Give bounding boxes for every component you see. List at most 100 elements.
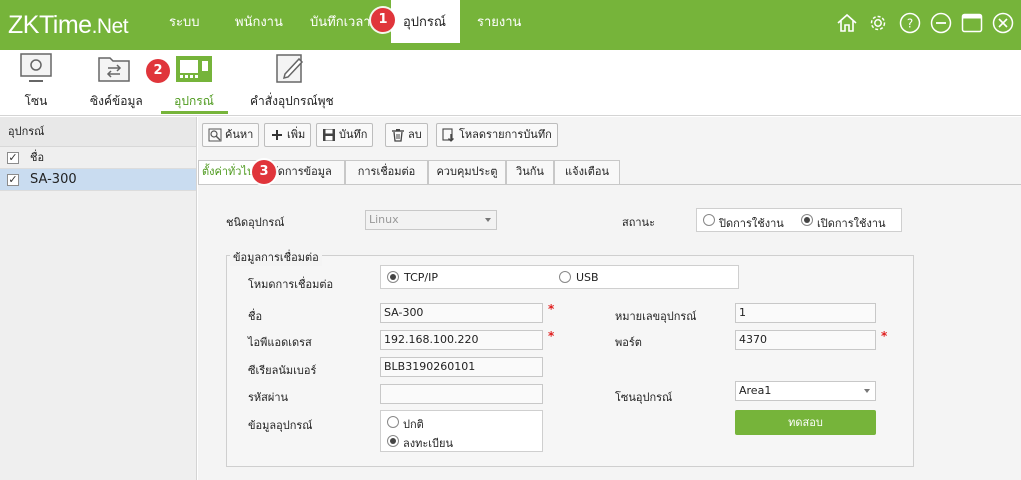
status-disabled-radio[interactable]: [703, 214, 715, 226]
save-button[interactable]: บันทึก: [316, 123, 374, 147]
device-info-radio-group: ปกติ ลงทะเบียน: [380, 410, 543, 452]
ip-address-input[interactable]: 192.168.100.220: [380, 330, 543, 350]
gear-icon[interactable]: [867, 12, 889, 34]
port-input[interactable]: 4370: [735, 330, 876, 350]
callout-badge-3: 3: [252, 160, 276, 184]
toolbar-zone[interactable]: โซน: [18, 52, 54, 111]
test-connection-button[interactable]: ทดสอบ: [735, 410, 876, 435]
password-input[interactable]: [380, 384, 543, 404]
device-icon: [176, 56, 212, 82]
menu-device[interactable]: อุปกรณ์: [391, 0, 460, 43]
device-info-register-label: ลงทะเบียน: [403, 437, 453, 450]
column-name-label: ชื่อ: [30, 151, 45, 164]
status-enabled-label: เปิดการใช้งาน: [817, 217, 886, 230]
menu-employee[interactable]: พนักงาน: [235, 0, 283, 46]
tcpip-radio[interactable]: [387, 271, 399, 283]
ip-address-label: ไอพีแอดเดรส: [248, 336, 312, 349]
device-number-input[interactable]: 1: [735, 303, 876, 323]
device-zone-select[interactable]: Area1: [735, 381, 876, 401]
search-button-label: ค้นหา: [225, 128, 254, 141]
logo-main: ZKTime: [8, 11, 92, 39]
serial-number-label: ซีเรียลนัมเบอร์: [248, 364, 317, 377]
device-name: SA-300: [30, 172, 77, 187]
toolbar-zone-label: โซน: [24, 94, 48, 108]
device-type-value: Linux: [369, 213, 399, 226]
search-button[interactable]: ค้นหา: [202, 123, 260, 147]
menu-system[interactable]: ระบบ: [169, 0, 199, 46]
monitor-icon: [20, 53, 52, 82]
device-info-label: ข้อมูลอุปกรณ์: [248, 419, 313, 432]
sync-folder-icon: [98, 57, 130, 82]
add-button-label: เพิ่ม: [287, 128, 306, 141]
home-icon[interactable]: [836, 12, 858, 34]
toolbar-sync-label: ซิงค์ข้อมูล: [90, 94, 143, 108]
trash-icon: [392, 129, 404, 142]
close-icon[interactable]: [992, 12, 1014, 34]
password-label: รหัสผ่าน: [248, 391, 289, 404]
help-icon[interactable]: ?: [899, 12, 921, 34]
select-all-checkbox[interactable]: ✓: [7, 152, 19, 164]
status-label: สถานะ: [622, 216, 655, 229]
port-label: พอร์ต: [615, 336, 642, 349]
tab-alerts[interactable]: แจ้งเตือน: [554, 160, 620, 184]
status-enabled-radio[interactable]: [801, 214, 813, 226]
logo-ext: .Net: [91, 15, 129, 38]
device-list-item[interactable]: ✓ SA-300: [0, 169, 196, 191]
required-mark: *: [548, 302, 555, 316]
tab-general-settings[interactable]: ตั้งค่าทั่วไป: [198, 160, 258, 185]
delete-button-label: ลบ: [408, 128, 422, 141]
connection-mode-radio-group: TCP/IP USB: [380, 265, 739, 289]
device-detail-panel: ค้นหา เพิ่ม บันทึก ลบ โหลดรายการบันทึก ต…: [198, 117, 1021, 480]
edit-icon: [276, 54, 304, 83]
device-number-label: หมายเลขอุปกรณ์: [615, 310, 697, 323]
toolbar-device[interactable]: อุปกรณ์: [170, 52, 218, 111]
menu-report[interactable]: รายงาน: [477, 0, 521, 46]
device-zone-value: Area1: [739, 384, 772, 397]
status-disabled-label: ปิดการใช้งาน: [719, 217, 784, 230]
connection-info-title: ข้อมูลการเชื่อมต่อ: [230, 248, 322, 266]
usb-radio[interactable]: [559, 271, 571, 283]
add-button[interactable]: เพิ่ม: [264, 123, 312, 147]
save-button-label: บันทึก: [339, 128, 368, 141]
usb-label: USB: [576, 271, 599, 284]
tab-door-control[interactable]: ควบคุมประตู: [428, 160, 506, 184]
device-list-column-header: ✓ ชื่อ: [0, 147, 196, 169]
device-list-panel: อุปกรณ์ ✓ ชื่อ ✓ SA-300: [0, 117, 197, 480]
device-list-header: อุปกรณ์: [0, 117, 196, 147]
active-tool-indicator: [161, 111, 228, 114]
download-records-button[interactable]: โหลดรายการบันทึก: [436, 123, 558, 147]
device-info-normal-radio[interactable]: [387, 416, 399, 428]
tab-connection[interactable]: การเชื่อมต่อ: [345, 160, 428, 184]
required-mark: *: [881, 329, 888, 343]
toolbar-push-command-label: คำสั่งอุปกรณ์พุช: [250, 94, 334, 108]
toolbar-sync[interactable]: ซิงค์ข้อมูล: [90, 52, 143, 111]
status-radio-group: ปิดการใช้งาน เปิดการใช้งาน: [696, 208, 902, 232]
module-toolbar: โซน ซิงค์ข้อมูล อุปกรณ์ คำสั่งอุปกรณ์พุช…: [0, 50, 1021, 116]
search-icon: [208, 128, 222, 142]
minimize-icon[interactable]: [930, 12, 952, 34]
device-type-select[interactable]: Linux: [365, 210, 497, 230]
connection-mode-label: โหมดการเชื่อมต่อ: [248, 278, 334, 291]
device-zone-label: โซนอุปกรณ์: [615, 391, 673, 404]
delete-button[interactable]: ลบ: [385, 123, 428, 147]
device-name-input[interactable]: SA-300: [380, 303, 543, 323]
general-settings-form: ชนิดอุปกรณ์ Linux สถานะ ปิดการใช้งาน เปิ…: [198, 184, 1021, 480]
device-info-register-radio[interactable]: [387, 435, 399, 447]
app-logo: ZKTime.Net: [8, 11, 129, 40]
menu-attendance[interactable]: บันทึกเวลา: [310, 0, 371, 46]
serial-number-input[interactable]: BLB3190260101: [380, 357, 543, 377]
tab-anti-passback[interactable]: วินกัน: [506, 160, 554, 184]
required-mark: *: [548, 329, 555, 343]
save-icon: [323, 129, 335, 141]
tcpip-label: TCP/IP: [404, 271, 438, 284]
device-type-label: ชนิดอุปกรณ์: [226, 216, 285, 229]
device-checkbox[interactable]: ✓: [7, 174, 19, 186]
plus-icon: [272, 130, 282, 140]
chevron-down-icon: [864, 389, 870, 393]
download-records-label: โหลดรายการบันทึก: [459, 128, 552, 141]
svg-text:?: ?: [907, 17, 913, 31]
download-icon: [442, 128, 454, 142]
callout-badge-2: 2: [146, 59, 170, 83]
toolbar-push-command[interactable]: คำสั่งอุปกรณ์พุช: [250, 52, 334, 111]
maximize-icon[interactable]: [961, 12, 983, 34]
